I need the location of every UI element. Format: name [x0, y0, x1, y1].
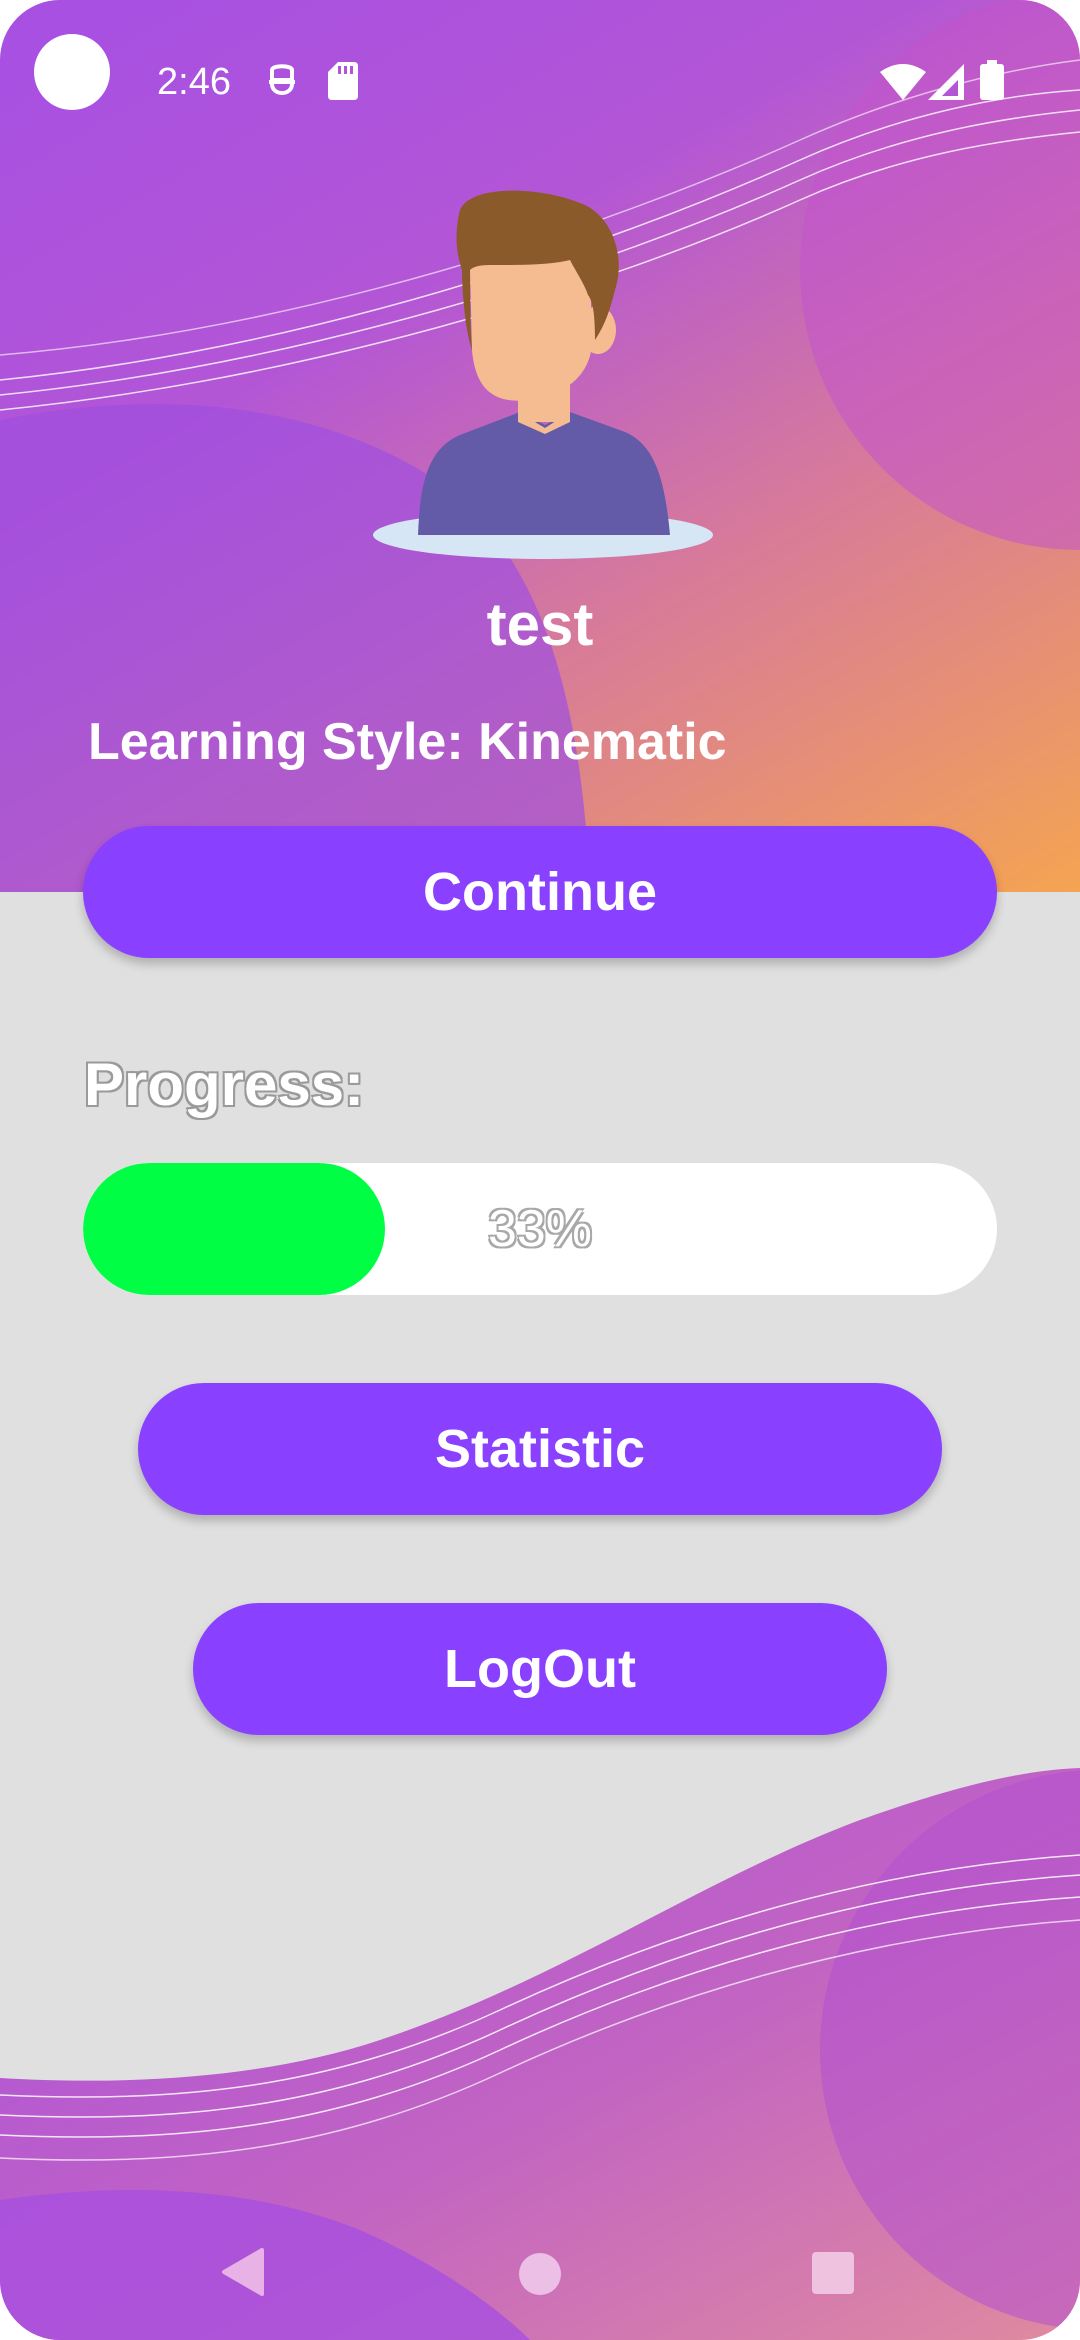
learning-style-label: Learning Style: Kinematic	[88, 713, 727, 771]
cell-signal-icon	[928, 64, 964, 105]
screen: 2:46 test Learning Style: Kinematic Cont…	[0, 0, 1080, 2340]
progress-percent: 33%	[487, 1200, 593, 1258]
recents-icon[interactable]	[812, 2252, 854, 2299]
status-time: 2:46	[157, 61, 231, 103]
avatar	[370, 190, 720, 575]
continue-button[interactable]: Continue	[83, 826, 997, 958]
wifi-icon	[880, 64, 926, 105]
progress-label: Progress:	[84, 1051, 365, 1118]
home-icon[interactable]	[518, 2252, 562, 2301]
logout-button[interactable]: LogOut	[193, 1603, 887, 1735]
status-bar: 2:46	[0, 0, 1080, 160]
sd-card-icon	[328, 62, 358, 105]
camera-hole	[34, 34, 110, 110]
username: test	[486, 591, 594, 658]
battery-icon	[980, 60, 1004, 105]
notification-icon	[266, 62, 298, 107]
statistic-button[interactable]: Statistic	[138, 1383, 942, 1515]
back-icon[interactable]	[220, 2248, 266, 2301]
progress-bar: 33%	[83, 1163, 997, 1295]
